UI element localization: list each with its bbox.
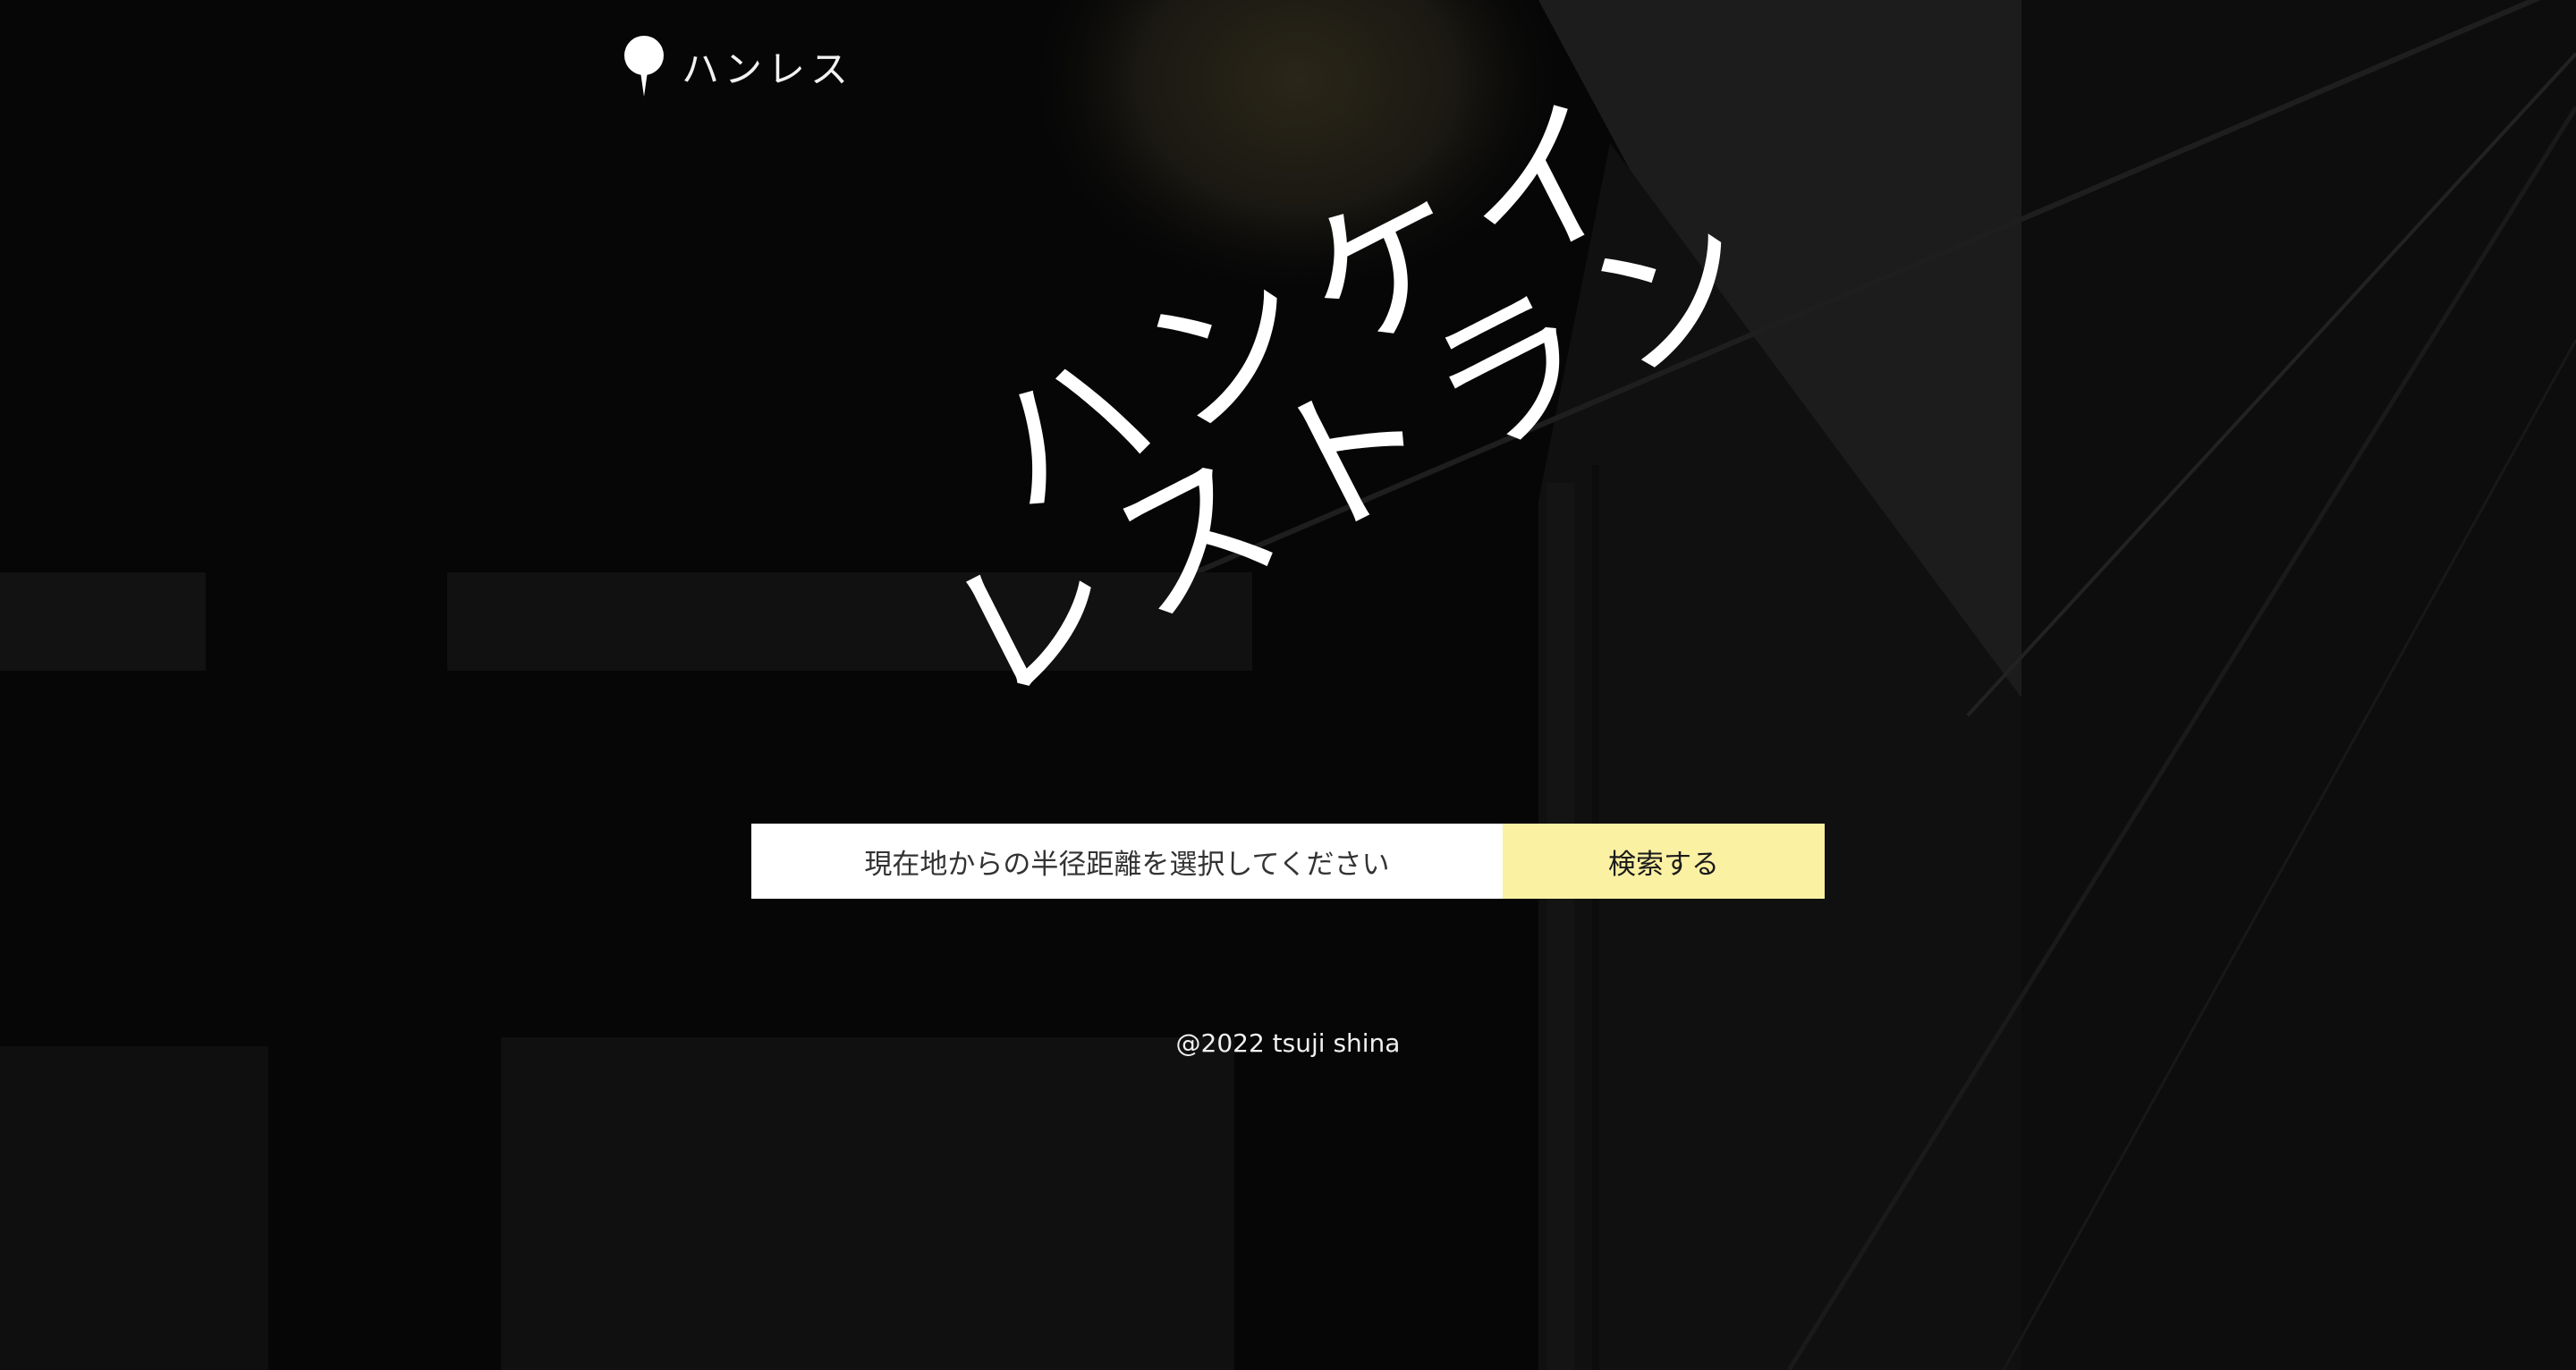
search-button[interactable]: 検索する [1503,824,1825,899]
map-pin-icon[interactable] [621,34,667,98]
site-logo-text[interactable]: ハンレス [682,39,853,94]
radius-select[interactable]: 現在地からの半径距離を選択してください [751,824,1503,899]
site-header: ハンレス [621,34,853,98]
copyright-text: @2022 tsuji shina [1175,1028,1401,1058]
page: ハンレス ハンケイ レストラン 現在地からの半径距離を選択してください 検索する… [0,0,2576,1370]
hero-title: ハンケイ レストラン [894,61,1802,737]
search-form: 現在地からの半径距離を選択してください 検索する [751,824,1825,899]
